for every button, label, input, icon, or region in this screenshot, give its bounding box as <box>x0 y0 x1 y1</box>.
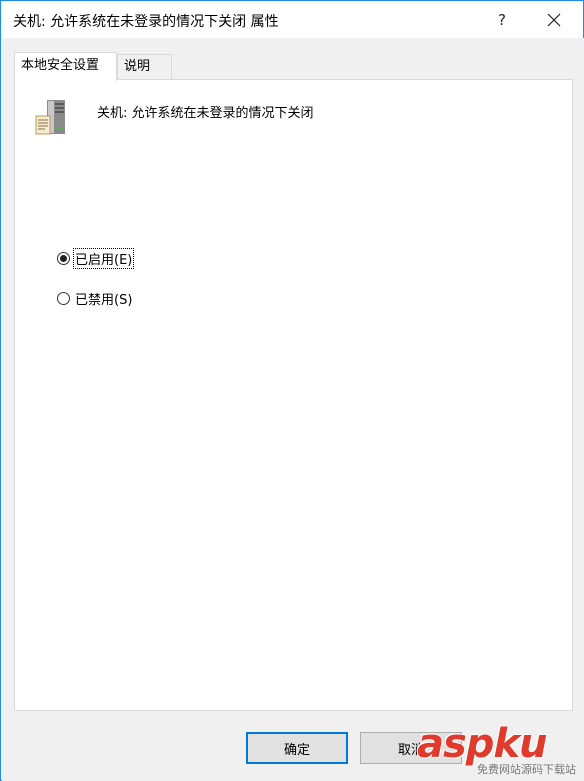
server-policy-icon <box>35 100 65 135</box>
watermark-subtitle: 免费网站源码下载站 <box>477 763 576 776</box>
watermark: aspku 免费网站源码下载站 <box>417 721 584 781</box>
option-disabled-label: 已禁用(S) <box>75 292 133 308</box>
ok-button[interactable]: 确定 <box>246 732 348 764</box>
window-title: 关机: 允许系统在未登录的情况下关闭 属性 <box>13 14 279 30</box>
help-button[interactable]: ? <box>479 1 525 38</box>
option-enabled[interactable]: 已启用(E) <box>57 247 135 269</box>
option-enabled-label: 已启用(E) <box>72 247 135 269</box>
close-icon <box>547 13 561 26</box>
radio-enabled[interactable] <box>57 251 70 265</box>
help-icon: ? <box>498 10 506 29</box>
title-bar[interactable]: 关机: 允许系统在未登录的情况下关闭 属性 ? <box>1 1 583 38</box>
option-disabled[interactable]: 已禁用(S) <box>57 288 133 308</box>
dialog-body: 本地安全设置 说明 关机: 允许系统在未登录的情况下关闭 已启用(E) 已禁用(… <box>2 38 584 781</box>
properties-dialog: 关机: 允许系统在未登录的情况下关闭 属性 ? 本地安全设置 说明 关机: 允许… <box>0 0 584 781</box>
close-button[interactable] <box>531 1 577 38</box>
radio-disabled[interactable] <box>57 291 70 305</box>
tab-explain[interactable]: 说明 <box>117 54 172 79</box>
tab-local-security-setting[interactable]: 本地安全设置 <box>14 52 117 81</box>
policy-title: 关机: 允许系统在未登录的情况下关闭 <box>97 106 314 121</box>
tab-panel: 关机: 允许系统在未登录的情况下关闭 已启用(E) 已禁用(S) <box>14 79 573 711</box>
tab-strip: 本地安全设置 说明 <box>14 52 574 81</box>
